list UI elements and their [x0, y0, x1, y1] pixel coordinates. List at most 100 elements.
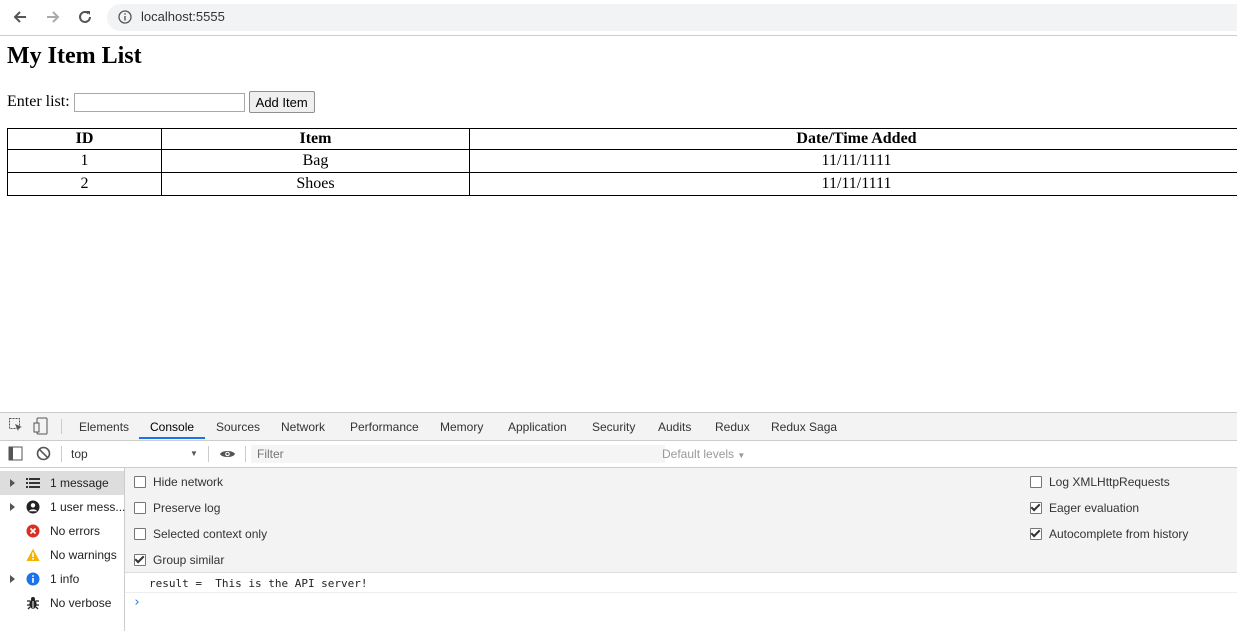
sidebar-item-label: No verbose: [50, 596, 111, 610]
table-row: 2 Shoes 11/11/1111: [8, 173, 1237, 196]
tab-console[interactable]: Console: [150, 420, 194, 434]
preserve-log-option[interactable]: Preserve log: [134, 501, 220, 515]
console-sidebar: 1 message 1 user mess... No errors No wa…: [0, 468, 125, 631]
cell-date: 11/11/1111: [470, 150, 1237, 173]
preserve-log-checkbox[interactable]: [134, 502, 146, 514]
tab-redux[interactable]: Redux: [715, 420, 750, 434]
sidebar-item-info[interactable]: 1 info: [0, 567, 124, 591]
reload-icon: [77, 9, 93, 25]
table-row: 1 Bag 11/11/1111: [8, 150, 1237, 173]
eager-evaluation-option[interactable]: Eager evaluation: [1030, 501, 1139, 515]
column-header-date: Date/Time Added: [470, 129, 1237, 150]
toolbar-separator: [208, 446, 209, 462]
option-label: Selected context only: [153, 527, 267, 541]
context-selector[interactable]: top: [71, 447, 88, 461]
console-message-row: result = This is the API server!: [125, 573, 1237, 593]
sidebar-item-label: No errors: [50, 524, 100, 538]
tab-security[interactable]: Security: [592, 420, 635, 434]
hide-network-checkbox[interactable]: [134, 476, 146, 488]
option-label: Hide network: [153, 475, 223, 489]
list-input[interactable]: [74, 93, 245, 112]
page-content: My Item List Enter list: Add Item ID Ite…: [0, 36, 1237, 412]
cell-item: Shoes: [162, 173, 470, 196]
inspect-element-icon[interactable]: [8, 417, 24, 433]
add-item-button[interactable]: Add Item: [249, 91, 315, 113]
option-label: Group similar: [153, 553, 224, 567]
option-label: Autocomplete from history: [1049, 527, 1188, 541]
tab-network[interactable]: Network: [281, 420, 325, 434]
warning-icon: [26, 548, 40, 562]
cell-id: 2: [8, 173, 162, 196]
tab-sources[interactable]: Sources: [216, 420, 260, 434]
log-levels-label: Default levels: [662, 447, 734, 461]
forward-button[interactable]: [43, 7, 63, 27]
group-similar-checkbox[interactable]: [134, 554, 146, 566]
sidebar-item-warnings[interactable]: No warnings: [0, 543, 124, 567]
expand-arrow-icon: [10, 503, 15, 511]
sidebar-item-user-messages[interactable]: 1 user mess...: [0, 495, 124, 519]
selected-context-only-checkbox[interactable]: [134, 528, 146, 540]
sidebar-item-label: 1 info: [50, 572, 79, 586]
table-header-row: ID Item Date/Time Added: [8, 129, 1237, 150]
console-output: result = This is the API server! ›: [125, 573, 1237, 631]
add-item-form: Enter list: Add Item: [7, 91, 315, 113]
eager-evaluation-checkbox[interactable]: [1030, 502, 1042, 514]
device-toolbar-icon[interactable]: [33, 417, 49, 435]
info-icon: [26, 572, 40, 586]
column-header-item: Item: [162, 129, 470, 150]
tab-audits[interactable]: Audits: [658, 420, 691, 434]
address-bar[interactable]: localhost:5555: [107, 4, 1237, 31]
toolbar-separator: [61, 446, 62, 462]
group-similar-option[interactable]: Group similar: [134, 553, 224, 567]
sidebar-item-label: No warnings: [50, 548, 117, 562]
sidebar-toggle-icon[interactable]: [8, 446, 23, 461]
expand-arrow-icon: [10, 479, 15, 487]
selected-context-only-option[interactable]: Selected context only: [134, 527, 267, 541]
reload-button[interactable]: [75, 7, 95, 27]
console-message-text: result = This is the API server!: [149, 577, 368, 590]
hide-network-option[interactable]: Hide network: [134, 475, 223, 489]
items-table: ID Item Date/Time Added 1 Bag 11/11/1111…: [7, 128, 1237, 196]
tab-performance[interactable]: Performance: [350, 420, 419, 434]
list-icon: [26, 476, 40, 490]
toolbar-separator: [245, 446, 246, 462]
autocomplete-from-history-option[interactable]: Autocomplete from history: [1030, 527, 1188, 541]
toolbar-separator: [61, 419, 62, 434]
column-header-id: ID: [8, 129, 162, 150]
autocomplete-from-history-checkbox[interactable]: [1030, 528, 1042, 540]
cell-date: 11/11/1111: [470, 173, 1237, 196]
sidebar-item-verbose[interactable]: No verbose: [0, 591, 124, 615]
option-label: Preserve log: [153, 501, 220, 515]
clear-console-icon[interactable]: [36, 446, 51, 461]
console-filter-input[interactable]: [251, 445, 665, 463]
page-title: My Item List: [7, 43, 142, 70]
log-xmlhttprequests-option[interactable]: Log XMLHttpRequests: [1030, 475, 1170, 489]
sidebar-item-label: 1 message: [50, 476, 109, 490]
console-filter-bar: top ▼ Default levels ▼: [0, 441, 1237, 468]
sidebar-item-label: 1 user mess...: [50, 500, 125, 514]
tab-memory[interactable]: Memory: [440, 420, 483, 434]
devtools-tab-bar: Elements Console Sources Network Perform…: [0, 413, 1237, 441]
site-info-icon[interactable]: [118, 10, 132, 24]
url-text: localhost:5555: [141, 9, 225, 24]
live-expression-eye-icon[interactable]: [219, 448, 236, 460]
log-levels-dropdown[interactable]: Default levels ▼: [662, 447, 745, 461]
browser-toolbar: localhost:5555: [0, 0, 1237, 36]
option-label: Log XMLHttpRequests: [1049, 475, 1170, 489]
back-arrow-icon: [12, 9, 28, 25]
forward-arrow-icon: [45, 9, 61, 25]
cell-item: Bag: [162, 150, 470, 173]
sidebar-item-errors[interactable]: No errors: [0, 519, 124, 543]
list-input-label: Enter list:: [7, 93, 70, 111]
tab-redux-saga[interactable]: Redux Saga: [771, 420, 837, 434]
tab-application[interactable]: Application: [508, 420, 567, 434]
sidebar-item-messages[interactable]: 1 message: [0, 471, 124, 495]
active-tab-indicator: [139, 437, 205, 439]
error-icon: [26, 524, 40, 538]
user-icon: [26, 500, 40, 514]
chevron-down-icon: ▼: [737, 451, 745, 460]
console-prompt-icon[interactable]: ›: [133, 595, 141, 610]
back-button[interactable]: [10, 7, 30, 27]
log-xmlhttprequests-checkbox[interactable]: [1030, 476, 1042, 488]
tab-elements[interactable]: Elements: [79, 420, 129, 434]
